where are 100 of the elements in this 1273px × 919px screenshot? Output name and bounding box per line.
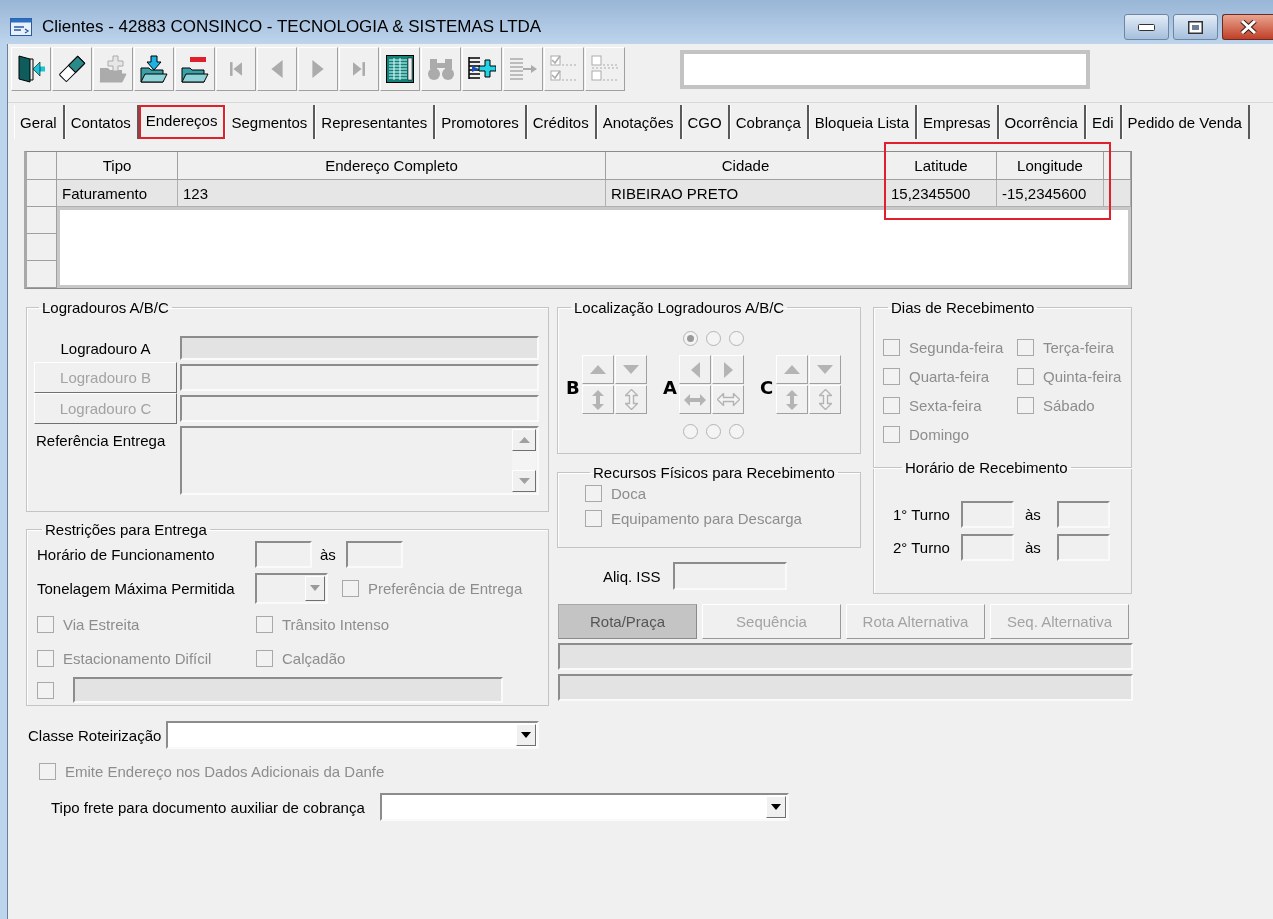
- checkbox-label: Calçadão: [282, 649, 346, 667]
- column-header: [1104, 152, 1131, 180]
- text-field[interactable]: [180, 336, 539, 360]
- scroll-up-button[interactable]: [512, 429, 536, 451]
- field-label: Tonelagem Máxima Permitida: [37, 579, 236, 597]
- minimize-button[interactable]: [1124, 14, 1169, 40]
- field-label: 2° Turno: [893, 539, 951, 556]
- field-label: Tipo frete para documento auxiliar de cobrança: [51, 798, 365, 816]
- table-cell: -15,2345600: [997, 180, 1104, 207]
- row-header[interactable]: [27, 234, 57, 261]
- dropdown-button[interactable]: [516, 724, 537, 746]
- group-title: Horário de Recebimento: [904, 459, 1069, 476]
- text-field[interactable]: [180, 395, 539, 422]
- group-letter: C: [760, 377, 775, 398]
- tab[interactable]: Anotações: [596, 105, 682, 139]
- maximize-button[interactable]: [1173, 14, 1218, 40]
- time-field[interactable]: [1056, 501, 1110, 528]
- checkbox-label: Emite Endereço nos Dados Adicionais da Danfe: [65, 763, 385, 780]
- time-field[interactable]: [1056, 534, 1110, 561]
- dropdown-field[interactable]: [379, 793, 789, 821]
- time-field[interactable]: [961, 501, 1014, 528]
- checkbox-label: Domingo: [909, 426, 970, 443]
- text-area[interactable]: [180, 426, 539, 495]
- tab[interactable]: Endereços: [138, 105, 226, 139]
- search-field[interactable]: [680, 49, 1090, 89]
- tab[interactable]: Geral: [14, 105, 65, 139]
- text-field[interactable]: [558, 643, 1133, 670]
- toolbar-button[interactable]: [462, 47, 502, 91]
- time-field[interactable]: [345, 540, 403, 568]
- folder-minus-icon: [181, 55, 209, 83]
- triangle-up-icon: [590, 365, 606, 374]
- text-field[interactable]: [180, 364, 539, 391]
- group-title: Recursos Físicos para Recebimento: [592, 464, 836, 481]
- text-field[interactable]: [672, 562, 787, 590]
- row-header[interactable]: [27, 180, 57, 207]
- column-header[interactable]: Endereço Completo: [178, 152, 606, 180]
- text-field[interactable]: [558, 674, 1133, 701]
- checkbox-label: Via Estreita: [63, 615, 140, 633]
- folder-arrow-icon: [140, 55, 168, 83]
- skip-end-icon: [353, 60, 365, 78]
- tab[interactable]: CGO: [681, 105, 730, 139]
- row-header[interactable]: [27, 207, 57, 234]
- text-field[interactable]: [73, 677, 503, 703]
- group-title: Dias de Recebimento: [890, 299, 1036, 316]
- tab[interactable]: Representantes: [315, 105, 436, 139]
- outlined-vertical-double-arrow-icon: [818, 389, 832, 410]
- table-cell: 15,2345500: [886, 180, 997, 207]
- toolbar-button[interactable]: [134, 47, 174, 91]
- column-header[interactable]: Tipo: [57, 152, 178, 180]
- field-label: 1° Turno: [893, 506, 951, 523]
- separator-label: às: [1025, 506, 1041, 523]
- tab[interactable]: Segmentos: [225, 105, 316, 139]
- time-field[interactable]: [961, 534, 1014, 561]
- time-field[interactable]: [255, 540, 312, 568]
- checkbox-label: Doca: [611, 485, 647, 502]
- field-label: Referência Entrega: [35, 431, 167, 451]
- checkbox-label: Terça-feira: [1043, 339, 1114, 356]
- tab[interactable]: Bloqueia Lista: [808, 105, 917, 139]
- triangle-left-icon: [271, 60, 283, 78]
- column-header[interactable]: Latitude: [886, 152, 997, 180]
- dropdown-button[interactable]: [765, 796, 786, 818]
- toolbar-button[interactable]: [11, 47, 51, 91]
- table-cell: RIBEIRAO PRETO: [606, 180, 886, 207]
- checkbox-label: Estacionamento Difícil: [63, 649, 212, 667]
- checkbox-label: Equipamento para Descarga: [611, 510, 802, 527]
- caret-down-icon: [521, 732, 532, 738]
- table-cell: Faturamento: [57, 180, 178, 207]
- scroll-down-button[interactable]: [512, 470, 536, 492]
- triangle-down-icon: [817, 365, 833, 374]
- group-title: Restrições para Entrega: [44, 521, 208, 538]
- tab[interactable]: Edi: [1085, 105, 1122, 139]
- field-label: Logradouro A: [59, 338, 152, 359]
- door-arrow-icon: [17, 55, 45, 83]
- field-label: Aliq. ISS: [603, 567, 661, 585]
- toolbar-button[interactable]: [380, 47, 420, 91]
- tab[interactable]: Cobrança: [729, 105, 809, 139]
- separator-label: às: [1025, 539, 1041, 556]
- tab[interactable]: Empresas: [917, 105, 999, 139]
- tab[interactable]: Promotores: [435, 105, 527, 139]
- toolbar-button[interactable]: [52, 47, 92, 91]
- maximize-icon: [1188, 20, 1203, 34]
- caret-up-icon: [518, 437, 530, 443]
- row-header[interactable]: [27, 261, 57, 288]
- checkbox-label: Segunda-feira: [909, 339, 1004, 356]
- list-arrow-icon: [509, 55, 537, 83]
- column-header[interactable]: Longitude: [997, 152, 1104, 180]
- caret-down-icon: [770, 804, 781, 810]
- caret-down-icon: [310, 585, 320, 591]
- triangle-right-icon: [312, 60, 324, 78]
- close-button[interactable]: [1222, 14, 1273, 40]
- group-title: Logradouros A/B/C: [41, 299, 170, 316]
- dropdown-field[interactable]: [255, 572, 328, 604]
- tab[interactable]: Ocorrência: [998, 105, 1086, 139]
- checkbox-label: Sábado: [1043, 397, 1095, 414]
- dropdown-field[interactable]: [166, 721, 540, 749]
- toolbar-button[interactable]: [175, 47, 215, 91]
- triangle-right-icon: [723, 361, 733, 378]
- tab[interactable]: Créditos: [526, 105, 597, 139]
- tab[interactable]: Pedido de Venda: [1121, 105, 1250, 139]
- tab[interactable]: Contatos: [64, 105, 139, 139]
